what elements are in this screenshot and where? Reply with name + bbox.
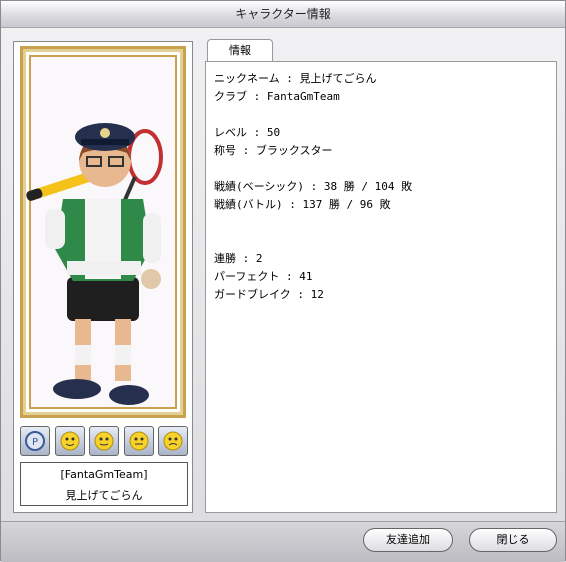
perfect-line: パーフェクト : 41	[214, 270, 313, 283]
tab-info[interactable]: 情報	[207, 39, 273, 61]
guard-break-line: ガードブレイク : 12	[214, 288, 324, 301]
emote-face-icon[interactable]	[54, 426, 85, 456]
emote-bar: P	[20, 426, 188, 458]
nickname-line: ニックネーム : 見上げてごらん	[214, 72, 377, 85]
close-button[interactable]: 閉じる	[469, 528, 557, 552]
svg-text:P: P	[32, 437, 38, 448]
character-portrait	[20, 46, 186, 418]
emote-face-icon[interactable]	[123, 426, 154, 456]
character-namebox: [FantaGmTeam] 見上げてごらん	[20, 462, 188, 506]
club-line: クラブ : FantaGmTeam	[214, 90, 340, 103]
emote-face-icon[interactable]	[89, 426, 119, 456]
bottom-bar: 友達追加 閉じる	[1, 521, 565, 562]
character-name: 見上げてごらん	[65, 489, 143, 502]
character-info-window: キャラクター情報 P [FantaGmTeam] 見上げてごらん 情報 ニックネ…	[0, 0, 566, 562]
pangya-logo-icon[interactable]: P	[20, 426, 50, 456]
info-panel: ニックネーム : 見上げてごらん クラブ : FantaGmTeam レベル :…	[205, 61, 557, 513]
title-line: 称号 : ブラックスター	[214, 144, 333, 157]
win-streak-line: 連勝 : 2	[214, 252, 263, 265]
character-panel: P [FantaGmTeam] 見上げてごらん	[13, 41, 193, 513]
record-battle-line: 戦績(バトル) : 137 勝 / 96 敗	[214, 198, 391, 211]
window-title: キャラクター情報	[1, 1, 565, 28]
level-line: レベル : 50	[214, 126, 281, 139]
record-basic-line: 戦績(ベーシック) : 38 勝 / 104 敗	[214, 180, 413, 193]
character-illustration	[26, 123, 163, 405]
team-label: [FantaGmTeam]	[60, 468, 148, 481]
add-friend-button[interactable]: 友達追加	[363, 528, 453, 552]
emote-face-icon[interactable]	[158, 426, 188, 456]
